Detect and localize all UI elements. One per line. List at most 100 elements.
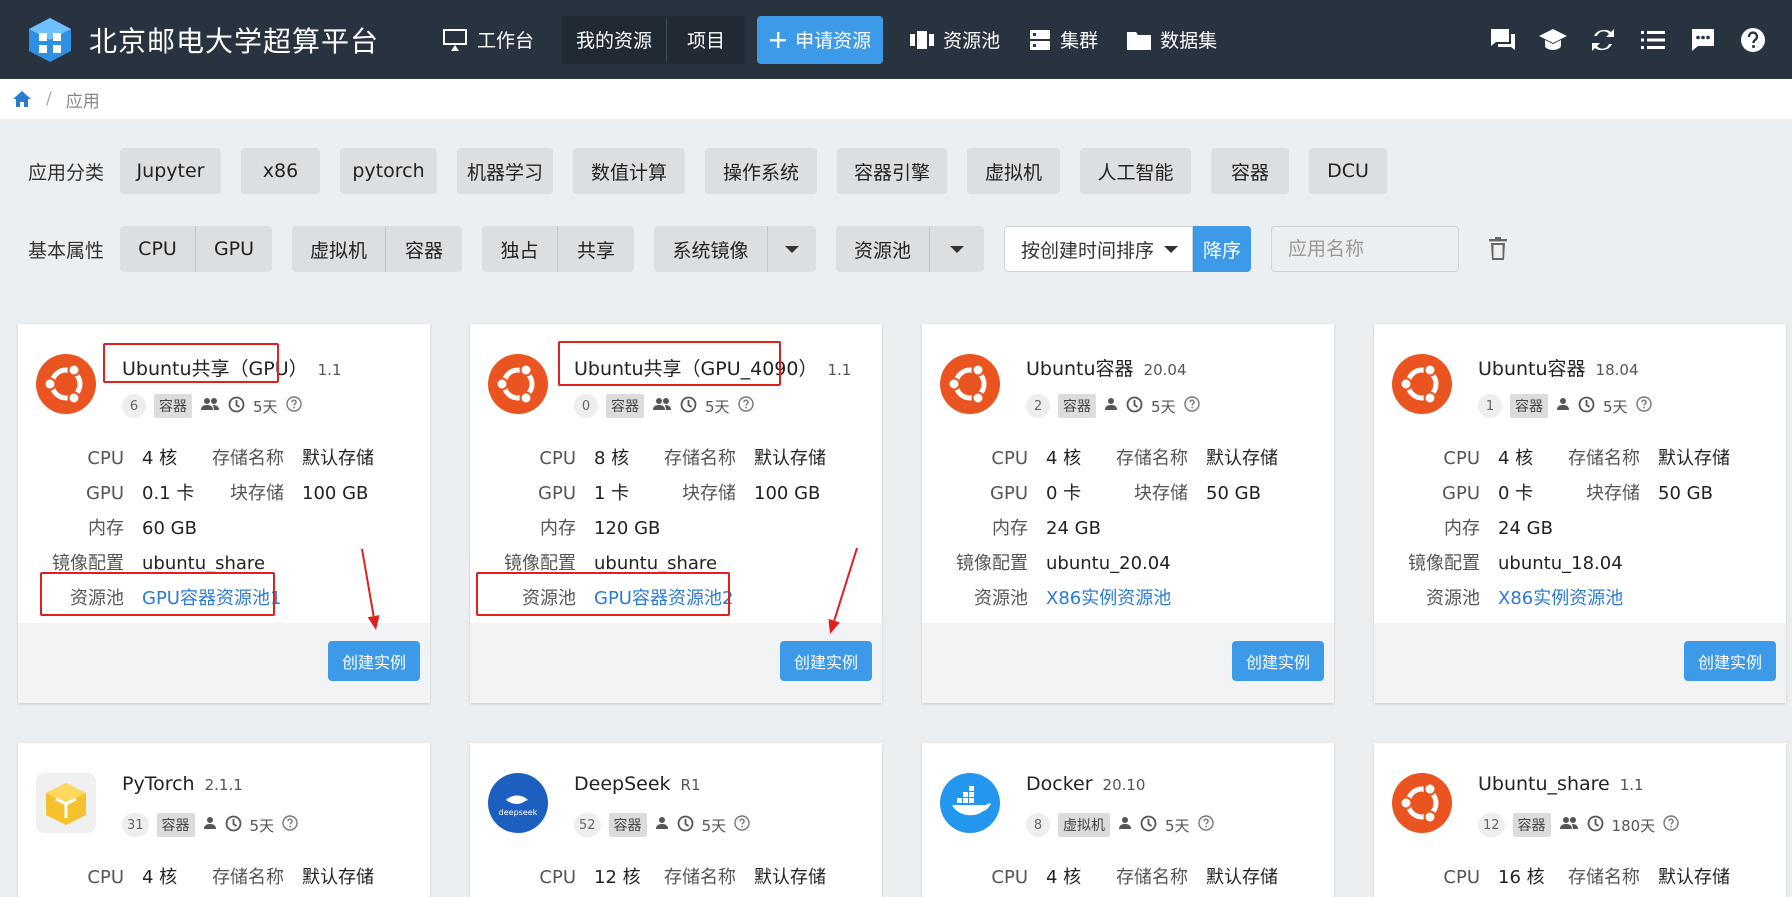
pool-link[interactable]: X86实例资源池 (1046, 588, 1171, 609)
pool-link[interactable]: X86实例资源池 (1498, 588, 1623, 609)
sync-icon[interactable] (1578, 15, 1628, 65)
category-chip[interactable]: 容器 (1211, 148, 1289, 194)
app-name[interactable]: Ubuntu容器 20.04 (1026, 354, 1187, 381)
help-icon[interactable] (285, 396, 302, 416)
device-cpu-toggle[interactable]: CPU (120, 226, 196, 272)
spec-label: CPU (87, 867, 124, 888)
message-icon[interactable] (1678, 15, 1728, 65)
trash-icon[interactable] (1483, 234, 1513, 264)
chat-icon[interactable] (1478, 15, 1528, 65)
help-icon[interactable] (1197, 815, 1214, 835)
runtime-toggle-group: 虚拟机 容器 (292, 226, 462, 272)
category-chip[interactable]: 容器引擎 (837, 148, 947, 194)
app-name[interactable]: Docker 20.10 (1026, 773, 1145, 795)
create-instance-button[interactable]: 创建实例 (1232, 641, 1324, 681)
spec-value: 4 核 (1046, 448, 1082, 469)
app-title: 北京邮电大学超算平台 (89, 24, 380, 58)
spec-label: 块存储 (1586, 483, 1640, 504)
nav-pool[interactable]: 资源池 (895, 16, 1014, 64)
spec-storage_name: 存储名称 默认存储 (650, 444, 826, 470)
image-select[interactable]: 系统镜像 (654, 226, 816, 272)
chevron-down-icon[interactable] (768, 226, 816, 272)
sort-direction-button[interactable]: 降序 (1193, 226, 1252, 272)
clock-icon (677, 815, 694, 836)
spec-pool: 资源池 X86实例资源池 (1392, 584, 1623, 610)
app-name[interactable]: PyTorch 2.1.1 (122, 773, 243, 795)
create-instance-button[interactable]: 创建实例 (1684, 641, 1776, 681)
category-chip[interactable]: 机器学习 (457, 148, 553, 194)
spec-cpu: CPU 4 核 (940, 444, 1081, 470)
app-meta: 52 容器 5天 (574, 813, 750, 837)
category-chip[interactable]: x86 (241, 148, 320, 194)
app-card-body: Ubuntu_share 1.1 12 容器 180天 CPU 16 核存储名称 默认存储 (1374, 743, 1786, 897)
runtime-container-toggle[interactable]: 容器 (386, 226, 462, 272)
clock-icon (1140, 815, 1157, 836)
nav-my-resources[interactable]: 我的资源 (562, 15, 667, 64)
device-gpu-toggle[interactable]: GPU (196, 226, 272, 272)
instance-count-badge: 12 (1478, 813, 1505, 837)
category-chip[interactable]: 人工智能 (1080, 148, 1191, 194)
help-icon[interactable] (1663, 815, 1679, 835)
help-icon[interactable] (282, 815, 298, 835)
instance-count-badge: 8 (1026, 813, 1050, 837)
top-right-icons (1478, 0, 1778, 79)
list-icon[interactable] (1628, 15, 1678, 65)
spec-value: 0.1 卡 (142, 483, 195, 504)
mode-exclusive-toggle[interactable]: 独占 (482, 226, 558, 272)
app-name-search-input[interactable] (1271, 226, 1460, 272)
server-icon (1030, 29, 1051, 50)
category-chip[interactable]: Jupyter (120, 148, 221, 194)
spec-value: 50 GB (1206, 483, 1261, 504)
clock-icon (1578, 396, 1595, 417)
category-chip[interactable]: 数值计算 (573, 148, 685, 194)
ubuntu-logo-icon (36, 354, 96, 414)
nav-projects-label: 项目 (687, 30, 726, 52)
spec-label: CPU (539, 448, 576, 469)
home-icon[interactable] (12, 90, 32, 108)
spec-gpu: GPU 0 卡 (1392, 479, 1533, 505)
chevron-down-icon[interactable] (930, 226, 984, 272)
category-chip[interactable]: pytorch (340, 148, 437, 194)
pool-select[interactable]: 资源池 (836, 226, 984, 272)
ubuntu-logo-icon (1392, 773, 1452, 833)
nav-dataset[interactable]: 数据集 (1112, 16, 1231, 64)
create-instance-button[interactable]: 创建实例 (780, 641, 872, 681)
sort-select-label: 按创建时间排序 (1021, 239, 1155, 262)
app-name[interactable]: DeepSeek R1 (574, 773, 700, 795)
app-name[interactable]: Ubuntu_share 1.1 (1478, 773, 1644, 795)
nav-projects[interactable]: 项目 (667, 15, 746, 64)
nav-my-resources-label: 我的资源 (576, 30, 653, 52)
spec-value: 默认存储 (302, 867, 374, 888)
user-icon (1556, 397, 1570, 415)
category-chip[interactable]: 操作系统 (705, 148, 817, 194)
app-card-footer: 创建实例 (1374, 623, 1786, 703)
graduation-cap-icon[interactable] (1528, 15, 1578, 65)
app-name-text: Docker (1026, 773, 1093, 795)
help-icon[interactable] (1635, 396, 1652, 416)
platform-logo-icon[interactable] (27, 16, 73, 64)
app-version: 20.10 (1102, 776, 1146, 794)
category-chip[interactable]: 虚拟机 (967, 148, 1060, 194)
nav-cluster[interactable]: 集群 (1014, 16, 1112, 64)
help-icon[interactable] (1183, 396, 1200, 416)
help-icon[interactable] (1728, 15, 1778, 65)
spec-value: 默认存储 (302, 448, 374, 469)
sort-select[interactable]: 按创建时间排序 (1004, 226, 1194, 272)
runtime-vm-toggle[interactable]: 虚拟机 (292, 226, 386, 272)
spec-mem: 内存 24 GB (940, 514, 1101, 540)
spec-value: 4 核 (1046, 867, 1082, 888)
nav-apply-button[interactable]: 申请资源 (757, 15, 884, 64)
app-name[interactable]: Ubuntu容器 18.04 (1478, 354, 1639, 381)
annotation-highlight-box (476, 572, 730, 616)
nav-apply-label: 申请资源 (795, 30, 872, 52)
category-chip[interactable]: DCU (1309, 148, 1387, 194)
nav-workbench[interactable]: 工作台 (427, 16, 548, 64)
create-instance-button[interactable]: 创建实例 (328, 641, 420, 681)
help-icon[interactable] (737, 396, 754, 416)
attribute-filter-row: 基本属性 CPU GPU 虚拟机 容器 独占 共享 系统镜像 资源池 按创建时间… (0, 226, 1792, 272)
help-icon[interactable] (734, 815, 750, 835)
spec-value: 120 GB (594, 518, 661, 539)
app-meta: 2 容器 5天 (1026, 394, 1200, 418)
spec-value: 50 GB (1658, 483, 1713, 504)
mode-shared-toggle[interactable]: 共享 (558, 226, 634, 272)
